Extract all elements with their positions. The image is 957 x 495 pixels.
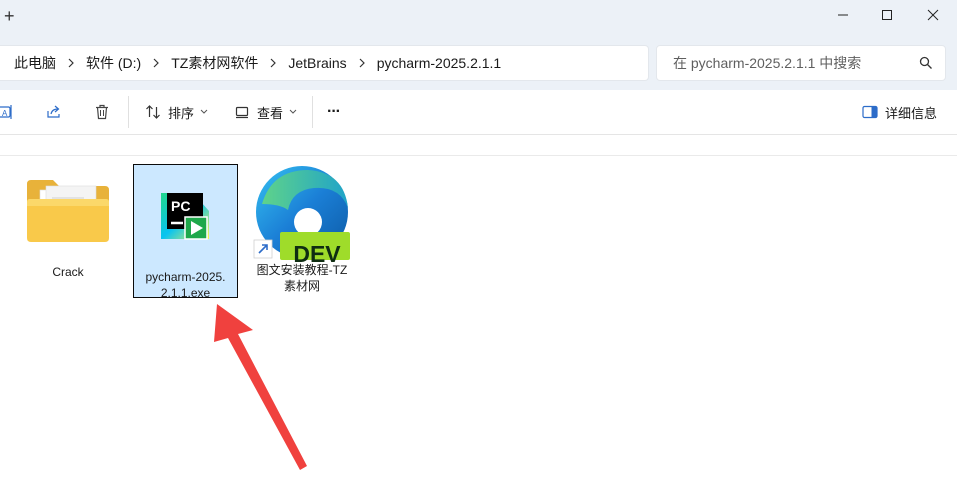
toolbar-divider: [128, 96, 129, 128]
chevron-down-icon: [289, 109, 297, 114]
pycharm-logo-text: PC: [171, 198, 190, 214]
rename-icon: A: [0, 105, 12, 119]
details-pane-icon: [862, 105, 878, 119]
maximize-button[interactable]: [864, 0, 910, 30]
column-header-strip: [0, 135, 957, 156]
search-icon[interactable]: [919, 56, 933, 70]
share-icon: [47, 105, 60, 118]
file-name-line2: 2.1.1.exe: [160, 286, 211, 300]
file-name-line2: 素材网: [283, 279, 320, 293]
breadcrumb-this-pc[interactable]: 此电脑: [14, 53, 56, 73]
address-bar[interactable]: 此电脑 软件 (D:) TZ素材网软件 JetBrains pycharm-20…: [0, 45, 649, 81]
command-bar: A 排序 查看 ··· 详细信息: [0, 90, 957, 135]
title-bar: +: [0, 0, 957, 32]
chevron-right-icon[interactable]: [258, 53, 288, 73]
chevron-down-icon: [200, 109, 208, 114]
minimize-button[interactable]: [820, 0, 866, 30]
share-button[interactable]: [46, 98, 62, 126]
svg-text:A: A: [2, 109, 8, 118]
chevron-right-icon[interactable]: [141, 53, 171, 73]
chevron-right-icon[interactable]: [347, 53, 377, 73]
rename-button[interactable]: A: [0, 98, 14, 126]
sort-button[interactable]: 排序: [145, 98, 208, 126]
chevron-right-icon[interactable]: [56, 53, 86, 73]
file-name: Crack: [52, 265, 84, 279]
close-icon: [927, 9, 939, 21]
more-options-button[interactable]: ···: [327, 98, 341, 126]
details-pane-label: 详细信息: [885, 105, 938, 121]
view-label: 查看: [257, 105, 284, 121]
delete-button[interactable]: [94, 98, 110, 126]
breadcrumb-pycharm-folder[interactable]: pycharm-2025.2.1.1: [377, 55, 502, 71]
sort-label: 排序: [168, 105, 195, 121]
search-input[interactable]: 在 pycharm-2025.2.1.1 中搜索: [673, 53, 919, 73]
view-icon: [235, 106, 249, 119]
sort-icon: [146, 105, 160, 119]
breadcrumb-tz-software[interactable]: TZ素材网软件: [171, 53, 258, 73]
minimize-icon: [838, 14, 848, 16]
address-row: 此电脑 软件 (D:) TZ素材网软件 JetBrains pycharm-20…: [0, 32, 957, 90]
file-item-pycharm-exe[interactable]: PC pycharm-2025. 2.1.1.exe: [133, 164, 238, 300]
folder-icon: [27, 180, 109, 242]
details-pane-button[interactable]: 详细信息: [862, 98, 937, 126]
view-button[interactable]: 查看: [234, 98, 297, 126]
maximize-icon: [882, 10, 892, 20]
toolbar-divider: [312, 96, 313, 128]
search-box[interactable]: 在 pycharm-2025.2.1.1 中搜索: [656, 45, 946, 81]
file-item-install-guide-shortcut[interactable]: DEV 图文安装教程-TZ 素材网: [250, 164, 354, 296]
trash-icon: [96, 104, 108, 120]
file-item-crack-folder[interactable]: Crack: [18, 170, 118, 296]
file-list: Crack PC pycharm-2025. 2.1.1.exe DEV 图文安…: [0, 156, 957, 495]
close-button[interactable]: [910, 0, 956, 30]
pycharm-app-icon: PC: [160, 193, 209, 240]
red-arrow-annotation: [214, 304, 307, 470]
breadcrumb-jetbrains[interactable]: JetBrains: [288, 55, 346, 71]
new-tab-button[interactable]: +: [4, 6, 15, 26]
breadcrumb-drive-d[interactable]: 软件 (D:): [86, 53, 141, 73]
file-name-line1: pycharm-2025.: [145, 270, 226, 284]
dev-badge-label: DEV: [293, 241, 341, 267]
